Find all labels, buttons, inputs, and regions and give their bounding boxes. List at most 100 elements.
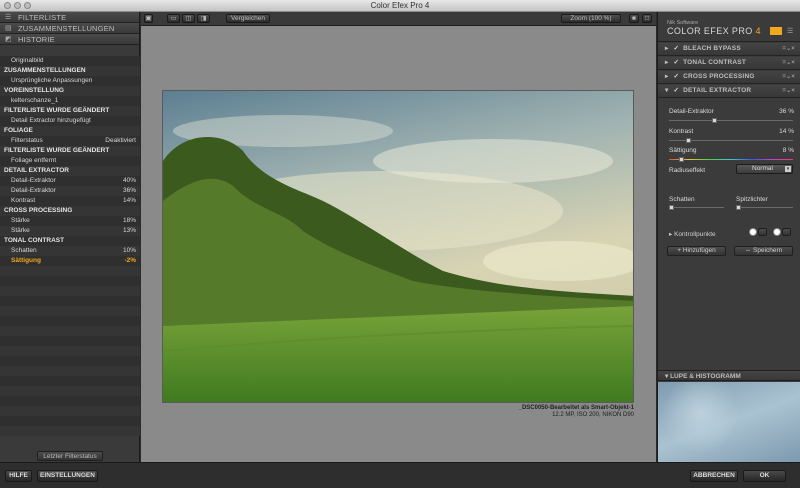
radius-label: Radiuseffekt — [669, 167, 706, 174]
ok-button[interactable]: OK — [743, 470, 786, 482]
last-filter-state-button[interactable]: Letzter Filterstatus — [37, 451, 103, 461]
control-points-row[interactable]: ▸ Kontrollpunkte — [669, 230, 716, 238]
recipes-header[interactable]: ▤ ZUSAMMENSTELLUNGEN — [0, 23, 139, 34]
filter-tonal-contrast[interactable]: ▸ ✓ TONAL CONTRAST =⌄× — [658, 57, 800, 70]
history-item[interactable]: Foliage entfernt — [0, 156, 140, 166]
history-item[interactable]: Detail-Extraktor 36% — [0, 186, 140, 196]
history-item-label: ZUSAMMENSTELLUNGEN — [4, 67, 86, 74]
shadows-slider-handle[interactable] — [669, 205, 674, 210]
landscape-photo[interactable] — [162, 90, 634, 403]
single-view-icon[interactable]: ▭ — [167, 14, 180, 23]
settings-button[interactable]: EINSTELLUNGEN — [37, 470, 98, 482]
enabled-check-icon[interactable]: ✓ — [673, 59, 679, 66]
history-item[interactable]: CROSS PROCESSING — [0, 206, 140, 216]
split-view-icon[interactable]: ◫ — [182, 14, 195, 23]
highlights-slider-handle[interactable] — [736, 205, 741, 210]
history-item[interactable]: Kontrast 14% — [0, 196, 140, 206]
contrast-slider-value: 14 % — [779, 128, 794, 135]
history-item[interactable]: Detail Extractor hinzugefügt — [0, 116, 140, 126]
history-item[interactable]: Originalbild — [0, 56, 140, 66]
control-point-plus-button[interactable] — [758, 228, 767, 236]
history-item-label: FOLIAGE — [4, 127, 33, 134]
expand-arrow-icon[interactable]: ▾ — [665, 87, 668, 94]
filter-options-icon[interactable]: =⌄× — [782, 71, 795, 83]
history-item-label: FILTERLISTE WURDE GEÄNDERT — [4, 147, 110, 154]
control-point-minus-button[interactable] — [782, 228, 791, 236]
recipes-icon: ▤ — [5, 25, 12, 32]
history-item[interactable]: Filterstatus Deaktiviert — [0, 136, 140, 146]
history-item-value: 18% — [122, 217, 136, 224]
history-item-label: Schatten — [11, 247, 37, 254]
side-by-side-icon[interactable]: ◨ — [197, 14, 210, 23]
detail-slider-value: 36 % — [779, 108, 794, 115]
history-item[interactable]: Schatten 10% — [0, 246, 140, 256]
filter-bleach-bypass[interactable]: ▸ ✓ BLEACH BYPASS =⌄× — [658, 43, 800, 56]
history-item-value: Deaktiviert — [105, 137, 136, 144]
history-item-label: Stärke — [11, 227, 30, 234]
collapse-arrow-icon[interactable]: ▸ — [665, 59, 668, 66]
highlights-slider-track[interactable] — [736, 207, 793, 208]
collapse-arrow-icon[interactable]: ▸ — [665, 45, 668, 52]
loupe-histogram-header[interactable]: ▾ LUPE & HISTOGRAMM — [658, 370, 800, 381]
saturation-slider-handle[interactable] — [678, 157, 684, 162]
enabled-check-icon[interactable]: ✓ — [673, 73, 679, 80]
history-item-value: -2% — [124, 257, 136, 264]
filter-options-icon[interactable]: =⌄× — [782, 43, 795, 55]
history-item[interactable]: FOLIAGE — [0, 126, 140, 136]
filter-options-icon[interactable]: =⌄× — [782, 57, 795, 69]
compare-button[interactable]: Vergleichen — [226, 14, 270, 23]
add-control-point-negative-icon[interactable] — [773, 228, 781, 236]
history-header[interactable]: ◩ HISTORIE — [0, 34, 139, 45]
history-item[interactable]: TONAL CONTRAST — [0, 236, 140, 246]
contrast-slider-handle[interactable] — [685, 138, 691, 143]
history-item[interactable]: kelterschanze_1 — [0, 96, 140, 106]
filter-detail-extractor[interactable]: ▾ ✓ DETAIL EXTRACTOR =⌄× — [658, 85, 800, 98]
add-button[interactable]: + Hinzufügen — [667, 246, 726, 256]
history-item[interactable]: Stärke 18% — [0, 216, 140, 226]
detail-extractor-controls: Detail-Extraktor 36 % Kontrast 14 % Sätt… — [658, 108, 800, 248]
history-item[interactable]: Stärke 13% — [0, 226, 140, 236]
cancel-button[interactable]: ABBRECHEN — [690, 470, 738, 482]
enabled-check-icon[interactable]: ✓ — [673, 87, 679, 94]
radius-select[interactable]: Normal ▾ — [736, 164, 793, 174]
highlights-label: Spitzlichter — [736, 196, 768, 203]
history-item-value: 14% — [122, 197, 136, 204]
filter-cross-processing[interactable]: ▸ ✓ CROSS PROCESSING =⌄× — [658, 71, 800, 84]
product-name: COLOR EFEX PRO 4 — [667, 26, 761, 36]
detail-slider-track[interactable] — [669, 120, 793, 121]
history-item[interactable]: FILTERLISTE WURDE GEÄNDERT — [0, 106, 140, 116]
save-button[interactable]: ⇔ Speichern — [734, 246, 793, 256]
history-item[interactable]: ZUSAMMENSTELLUNGEN — [0, 66, 140, 76]
fit-view-icon[interactable]: ▣ — [144, 14, 153, 23]
collapse-arrow-icon[interactable]: ▸ — [665, 73, 668, 80]
history-item-label: Detail-Extraktor — [11, 187, 56, 194]
history-item[interactable]: VOREINSTELLUNG — [0, 86, 140, 96]
help-button[interactable]: HILFE — [5, 470, 32, 482]
background-color-light-icon[interactable]: □ — [642, 14, 652, 23]
add-control-point-positive-icon[interactable] — [749, 228, 757, 236]
history-item[interactable]: Sättigung -2% — [0, 256, 140, 266]
history-item-label: Detail-Extraktor — [11, 177, 56, 184]
history-item-label: FILTERLISTE WURDE GEÄNDERT — [4, 107, 110, 114]
loupe-preview — [658, 382, 800, 462]
history-item[interactable]: FILTERLISTE WURDE GEÄNDERT — [0, 146, 140, 156]
history-item[interactable]: DETAIL EXTRACTOR — [0, 166, 140, 176]
zoom-select[interactable]: Zoom (100 %) — [561, 14, 621, 23]
detail-slider-handle[interactable] — [711, 118, 717, 123]
saturation-slider-track[interactable] — [669, 159, 793, 160]
chevron-down-icon: ▾ — [785, 166, 791, 172]
history-label: HISTORIE — [18, 35, 55, 44]
filterlist-header[interactable]: ☰ FILTERLISTE — [0, 12, 139, 23]
background-color-icon[interactable]: ■ — [629, 14, 639, 23]
menu-icon[interactable]: ☰ — [787, 27, 793, 35]
product-version: 4 — [755, 26, 761, 36]
product-title: COLOR EFEX PRO — [667, 26, 753, 36]
history-item-label: DETAIL EXTRACTOR — [4, 167, 70, 174]
history-item[interactable]: Detail-Extraktor 40% — [0, 176, 140, 186]
enabled-check-icon[interactable]: ✓ — [673, 45, 679, 52]
shadows-slider-track[interactable] — [669, 207, 724, 208]
history-item[interactable]: Ursprüngliche Anpassungen — [0, 76, 140, 86]
expand-arrow-icon[interactable]: ▸ — [669, 231, 672, 238]
expand-arrow-icon[interactable]: ▾ — [665, 373, 668, 380]
filter-options-icon[interactable]: =⌄× — [782, 85, 795, 97]
